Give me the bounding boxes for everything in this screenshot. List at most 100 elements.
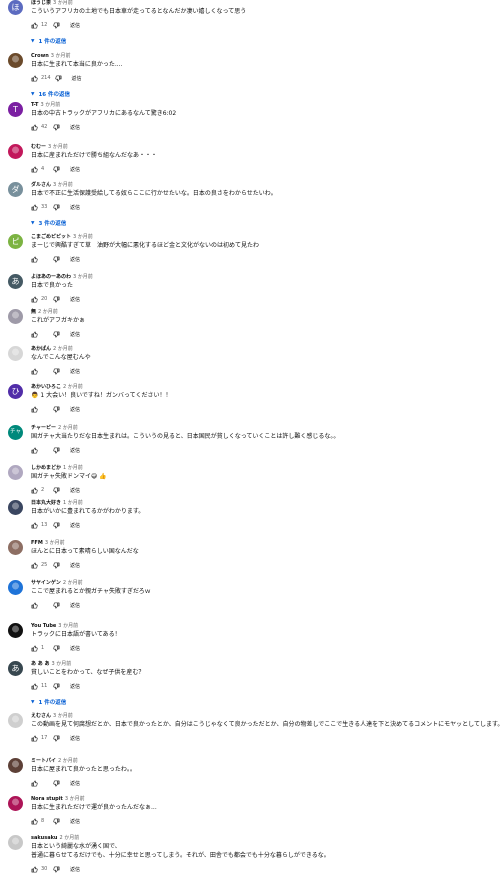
avatar[interactable]: ほ [8,0,23,15]
comment-timestamp[interactable]: 2 か月前 [38,309,58,315]
avatar[interactable] [8,346,23,361]
thumbs-up-icon[interactable] [31,204,38,211]
comment-timestamp[interactable]: 1 か月前 [63,500,83,506]
comment-author[interactable]: Nora stupit [31,796,63,802]
thumbs-down-icon[interactable] [53,124,60,131]
thumbs-down-icon[interactable] [53,447,60,454]
avatar[interactable] [8,580,23,595]
reply-button[interactable]: 返信 [70,296,80,303]
avatar[interactable] [8,53,23,68]
comment-author[interactable]: あかぱん [31,346,51,352]
comment-timestamp[interactable]: 2 か月前 [63,384,83,390]
comment-author[interactable]: サヤインゲン [31,580,61,586]
thumbs-down-icon[interactable] [53,562,60,569]
comment-author[interactable]: You Tube [31,623,56,629]
avatar[interactable] [8,623,23,638]
reply-button[interactable]: 返信 [70,406,80,413]
thumbs-down-icon[interactable] [53,368,60,375]
view-replies-button[interactable]: ▼ 3 件の返信 [31,219,66,228]
avatar[interactable]: ピ [8,234,23,249]
comment-timestamp[interactable]: 2 か月前 [58,758,78,764]
thumbs-up-icon[interactable] [31,368,38,375]
comment-timestamp[interactable]: 3 か月前 [51,53,71,59]
thumbs-up-icon[interactable] [31,75,38,82]
comment-author[interactable]: Crown [31,53,49,59]
comment-author[interactable]: よほあのーあのわ [31,274,71,280]
avatar[interactable] [8,713,23,728]
thumbs-up-icon[interactable] [31,818,38,825]
reply-button[interactable]: 返信 [70,368,80,375]
thumbs-down-icon[interactable] [53,602,60,609]
thumbs-down-icon[interactable] [53,406,60,413]
avatar[interactable] [8,540,23,555]
reply-button[interactable]: 返信 [70,124,80,131]
comment-author[interactable]: ほうじ茶 [31,0,51,6]
thumbs-up-icon[interactable] [31,124,38,131]
avatar[interactable]: あ [8,274,23,289]
reply-button[interactable]: 返信 [70,602,80,609]
thumbs-down-icon[interactable] [53,735,60,742]
thumbs-down-icon[interactable] [53,487,60,494]
comment-author[interactable]: FFM [31,540,43,546]
thumbs-up-icon[interactable] [31,735,38,742]
thumbs-down-icon[interactable] [53,296,60,303]
thumbs-up-icon[interactable] [31,331,38,338]
reply-button[interactable]: 返信 [72,75,82,82]
thumbs-down-icon[interactable] [53,866,60,873]
comment-timestamp[interactable]: 3 か月前 [73,274,93,280]
avatar[interactable]: チャ [8,425,23,440]
thumbs-up-icon[interactable] [31,866,38,873]
comment-author[interactable]: しかめまどか [31,465,61,471]
comment-timestamp[interactable]: 1 か月前 [63,465,83,471]
avatar[interactable] [8,835,23,850]
thumbs-down-icon[interactable] [53,22,60,29]
comment-author[interactable]: ミートパイ [31,758,56,764]
reply-button[interactable]: 返信 [70,866,80,873]
comment-author[interactable]: ダルさん [31,182,51,188]
thumbs-down-icon[interactable] [53,256,60,263]
comment-timestamp[interactable]: 3 か月前 [45,540,65,546]
comment-timestamp[interactable]: 3 か月前 [65,796,85,802]
thumbs-up-icon[interactable] [31,602,38,609]
avatar[interactable]: T [8,102,23,117]
comment-timestamp[interactable]: 3 か月前 [53,713,73,719]
thumbs-up-icon[interactable] [31,522,38,529]
reply-button[interactable]: 返信 [70,256,80,263]
thumbs-up-icon[interactable] [31,487,38,494]
comment-author[interactable]: あかいひろこ [31,384,61,390]
avatar[interactable] [8,465,23,480]
thumbs-down-icon[interactable] [53,204,60,211]
view-replies-button[interactable]: ▼ 1 件の返信 [31,698,66,707]
comment-timestamp[interactable]: 2 か月前 [59,835,79,841]
comment-timestamp[interactable]: 3 か月前 [40,102,60,108]
comment-author[interactable]: チャーピー [31,425,56,431]
reply-button[interactable]: 返信 [70,818,80,825]
comment-author[interactable]: こまごめピピット [31,234,71,240]
comment-author[interactable]: えむさん [31,713,51,719]
thumbs-up-icon[interactable] [31,256,38,263]
reply-button[interactable]: 返信 [70,487,80,494]
thumbs-up-icon[interactable] [31,780,38,787]
thumbs-down-icon[interactable] [53,645,60,652]
reply-button[interactable]: 返信 [70,166,80,173]
reply-button[interactable]: 返信 [70,645,80,652]
comment-timestamp[interactable]: 2 か月前 [58,425,78,431]
thumbs-up-icon[interactable] [31,447,38,454]
thumbs-up-icon[interactable] [31,645,38,652]
comment-author[interactable]: sakusaku [31,835,57,841]
reply-button[interactable]: 返信 [70,562,80,569]
avatar[interactable] [8,144,23,159]
reply-button[interactable]: 返信 [70,331,80,338]
avatar[interactable] [8,758,23,773]
avatar[interactable] [8,500,23,515]
comment-author[interactable]: 日本丸大好き [31,500,61,506]
reply-button[interactable]: 返信 [70,204,80,211]
comment-timestamp[interactable]: 2 か月前 [53,346,73,352]
thumbs-up-icon[interactable] [31,296,38,303]
avatar[interactable]: ひ [8,384,23,399]
thumbs-down-icon[interactable] [53,166,60,173]
view-replies-button[interactable]: ▼ 16 件の返信 [31,90,70,99]
thumbs-up-icon[interactable] [31,406,38,413]
comment-author[interactable]: むむー [31,144,46,150]
comment-timestamp[interactable]: 3 か月前 [53,182,73,188]
